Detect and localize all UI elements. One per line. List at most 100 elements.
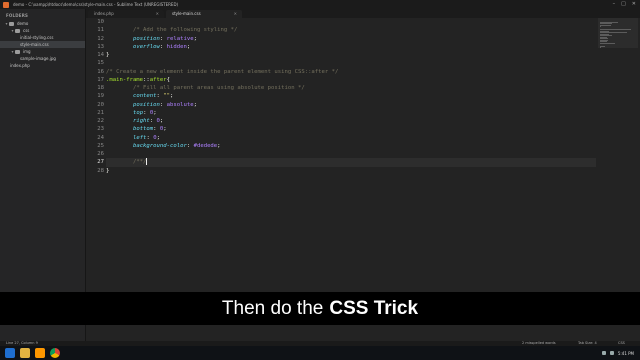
- tab-label: index.php: [94, 11, 114, 16]
- code-line[interactable]: /* Fill all parent areas using absolute …: [106, 84, 596, 92]
- line-number: 23: [97, 126, 104, 133]
- sidebar-item-style-main-css[interactable]: style-main.css: [0, 41, 85, 48]
- code-line[interactable]: left: 0;: [106, 134, 596, 142]
- code-line[interactable]: [106, 18, 596, 26]
- clock[interactable]: 5:41 PM: [618, 351, 634, 356]
- code-token: absolute: [166, 101, 194, 108]
- code-token: :: [159, 101, 167, 108]
- sidebar-item-demo[interactable]: ▾ demo: [0, 20, 85, 27]
- code-token: right: [132, 118, 150, 124]
- line-number: 26: [97, 151, 104, 157]
- code-line[interactable]: bottom: 0;: [106, 125, 596, 133]
- folder-tree: ▾ demo ▾ css initial-styling.css style-main.c…: [0, 20, 85, 69]
- line-number: 22: [97, 118, 104, 124]
- maximize-icon[interactable]: □: [621, 1, 626, 7]
- sublime-app-icon: [3, 1, 9, 8]
- sublime-text-icon[interactable]: [35, 348, 45, 358]
- tab-label: style-main.css: [172, 11, 201, 16]
- tab-close-icon[interactable]: ✕: [234, 10, 237, 18]
- code-token: hidden: [166, 43, 187, 50]
- code-token: :: [159, 35, 167, 42]
- file-explorer-icon[interactable]: [20, 348, 30, 358]
- line-number: 25: [97, 142, 104, 149]
- code-line[interactable]: /**/: [106, 158, 596, 167]
- sidebar-item-label: style-main.css: [20, 42, 49, 47]
- code-line[interactable]: position: relative;: [106, 35, 596, 43]
- code-line[interactable]: background-color: #dedede;: [106, 142, 596, 150]
- volume-icon[interactable]: [609, 351, 614, 355]
- code-token: ;: [193, 35, 197, 42]
- line-number: 10: [97, 19, 104, 25]
- sidebar-item-label: initial-styling.css: [20, 35, 54, 40]
- code-line[interactable]: .main-frame::after{: [106, 76, 596, 84]
- code-token: ::: [143, 76, 150, 83]
- text-caret: [146, 158, 148, 166]
- code-line[interactable]: right: 0;: [106, 117, 596, 125]
- chrome-icon[interactable]: [50, 348, 60, 358]
- code-area[interactable]: /* Add the following styling */ position…: [106, 18, 596, 175]
- code-token: }: [106, 167, 110, 174]
- line-number: 16: [97, 68, 104, 75]
- code-token: :: [159, 43, 167, 50]
- tab-style-main-css[interactable]: style-main.css ✕: [166, 10, 242, 18]
- close-icon[interactable]: ✕: [632, 1, 636, 7]
- window-title: demo - C:\xampp\htdocs\demo\css\style-ma…: [13, 2, 179, 7]
- code-line[interactable]: position: absolute;: [106, 101, 596, 109]
- code-token: background-color: [132, 142, 187, 149]
- sidebar-item-label: css: [23, 28, 30, 33]
- code-token: /* Add the following styling */: [132, 27, 238, 34]
- code-line[interactable]: top: 0;: [106, 109, 596, 117]
- code-line[interactable]: /* Add the following styling */: [106, 26, 596, 34]
- network-icon[interactable]: [601, 351, 606, 355]
- sidebar-item-index-php[interactable]: index.php: [0, 62, 85, 69]
- code-token: :: [153, 126, 160, 133]
- code-token: ;: [153, 109, 157, 116]
- code-token: :: [143, 109, 150, 116]
- code-token: ;: [217, 142, 221, 149]
- tab-close-icon[interactable]: ✕: [156, 10, 159, 18]
- code-line[interactable]: }: [106, 51, 596, 59]
- minimize-icon[interactable]: –: [613, 1, 616, 7]
- tab-index-php[interactable]: index.php ✕: [88, 10, 164, 18]
- sidebar-item-label: demo: [17, 21, 29, 26]
- line-number: 19: [97, 93, 104, 100]
- window-controls: – □ ✕: [613, 1, 636, 7]
- code-token: content: [132, 93, 157, 100]
- folders-heading: FOLDERS: [6, 13, 29, 18]
- code-token: :: [149, 118, 157, 124]
- line-number: 13: [97, 43, 104, 50]
- tab-bar: index.php ✕ style-main.css ✕: [86, 9, 640, 18]
- sidebar-item-img[interactable]: ▾ img: [0, 48, 85, 55]
- sidebar-item-sample-image-jpg[interactable]: sample-image.jpg: [0, 55, 85, 62]
- line-number: 11: [97, 27, 104, 34]
- line-number: 28: [97, 167, 104, 174]
- code-line[interactable]: overflow: hidden;: [106, 43, 596, 51]
- windows-start-icon[interactable]: [5, 348, 15, 358]
- code-line[interactable]: /* Create a new element inside the paren…: [106, 68, 596, 76]
- code-line[interactable]: content: "";: [106, 92, 596, 100]
- code-line[interactable]: }: [106, 167, 596, 175]
- minimap-line: [600, 42, 616, 44]
- code-token: #dedede: [193, 142, 218, 149]
- code-line[interactable]: [106, 59, 596, 67]
- code-token: /* Fill all parent areas using absolute …: [132, 85, 305, 91]
- code-token: ;: [193, 101, 197, 108]
- code-token: relative: [166, 35, 194, 42]
- code-token: }: [106, 52, 110, 58]
- sidebar-item-initial-styling-css[interactable]: initial-styling.css: [0, 34, 85, 41]
- line-number: 18: [97, 85, 104, 91]
- code-token: left: [132, 134, 147, 141]
- folder-icon: [15, 49, 20, 54]
- code-line[interactable]: [106, 150, 596, 158]
- sidebar-item-css[interactable]: ▾ css: [0, 27, 85, 34]
- code-token: {: [166, 76, 171, 83]
